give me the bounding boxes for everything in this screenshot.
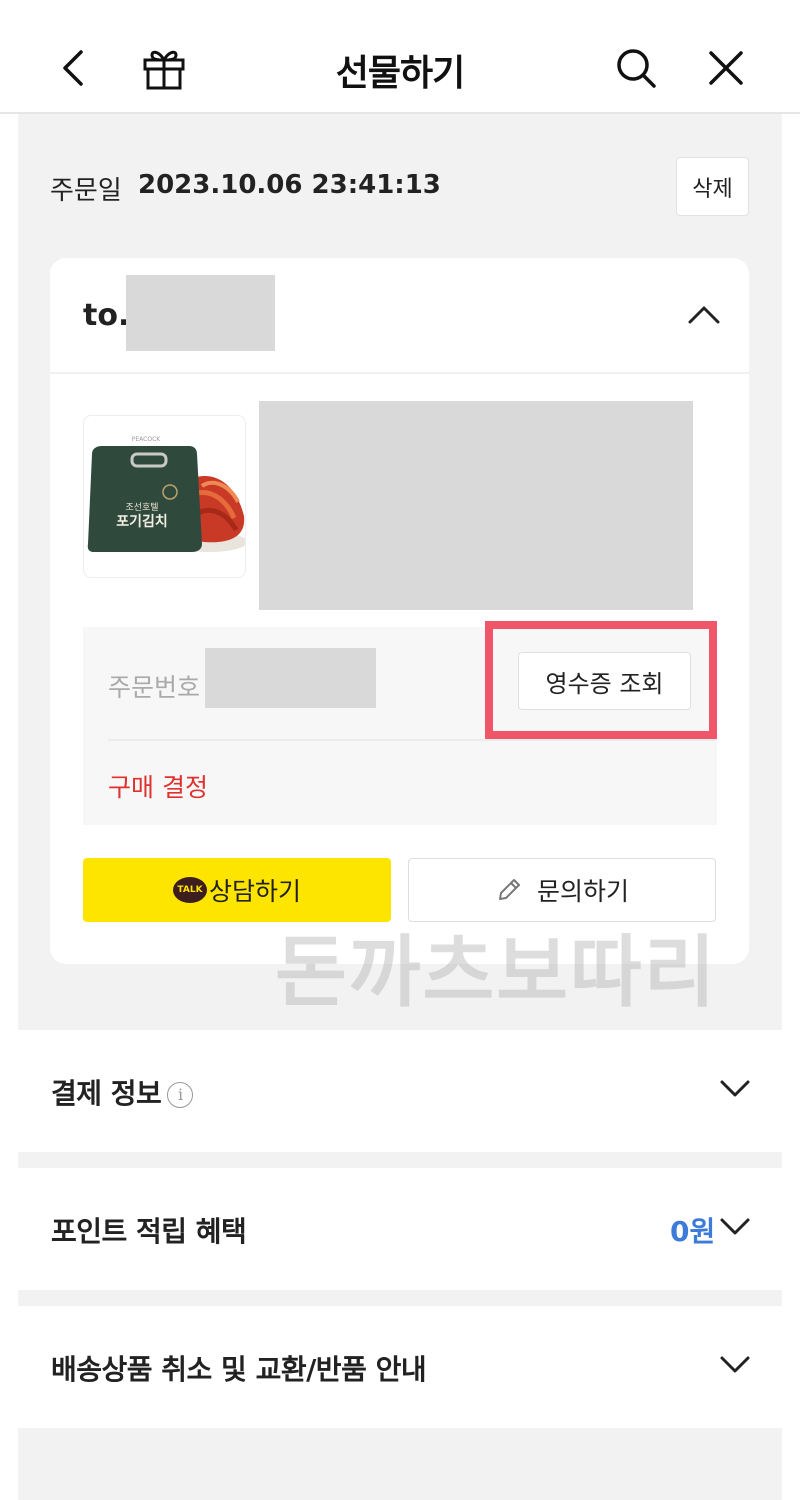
highlight-box: [485, 621, 717, 739]
purchase-confirm-link[interactable]: 구매 결정: [108, 768, 208, 804]
shipping-return-guide-section[interactable]: 배송상품 취소 및 교환/반품 안내: [18, 1306, 782, 1428]
product-bag-top: PEACOCK: [132, 436, 162, 443]
chevron-down-icon[interactable]: [718, 1347, 752, 1381]
product-bag-name: 포기김치: [116, 513, 168, 530]
top-bar: 선물하기: [0, 0, 800, 114]
chevron-down-icon[interactable]: [718, 1209, 752, 1243]
product-info-redacted: [259, 401, 693, 610]
order-card: to. 조선호텔 포기김치 PEACOCK 주문번호 영수증 조회 구매 결정: [50, 258, 749, 964]
talk-bubble-icon: TALK: [172, 877, 207, 903]
pencil-icon: [495, 876, 523, 904]
delete-button[interactable]: 삭제: [676, 157, 749, 216]
search-icon[interactable]: [612, 44, 660, 92]
product-bag-brand: 조선호텔: [125, 501, 158, 513]
consult-button-label: 상담하기: [208, 877, 301, 906]
talk-bubble-icon-text: TALK: [177, 885, 203, 895]
divider: [108, 739, 717, 741]
points-benefit-section[interactable]: 포인트 적립 혜택 0원: [18, 1168, 782, 1290]
recipient-name-redacted: [126, 275, 275, 351]
product-image[interactable]: 조선호텔 포기김치 PEACOCK: [83, 415, 246, 578]
points-value: 0원: [670, 1215, 716, 1248]
order-number-redacted: [205, 648, 376, 708]
chevron-up-icon[interactable]: [684, 294, 724, 334]
order-date-value: 2023.10.06 23:41:13: [138, 170, 441, 200]
inquiry-button-label: 문의하기: [536, 877, 629, 906]
order-number-label: 주문번호: [108, 673, 201, 702]
recipient-header[interactable]: to.: [50, 258, 749, 374]
close-icon[interactable]: [702, 44, 750, 92]
page-title: 선물하기: [335, 53, 465, 94]
payment-info-section[interactable]: 결제 정보 i: [18, 1030, 782, 1152]
payment-info-title: 결제 정보 i: [51, 1072, 194, 1112]
chevron-down-icon[interactable]: [718, 1071, 752, 1105]
points-benefit-title: 포인트 적립 혜택: [51, 1215, 247, 1248]
kakao-talk-consult-button[interactable]: TALK 상담하기: [83, 858, 391, 922]
inquiry-button[interactable]: 문의하기: [408, 858, 716, 922]
order-date-label: 주문일: [50, 176, 122, 206]
info-icon[interactable]: i: [167, 1082, 194, 1108]
recipient-label: to.: [83, 298, 130, 333]
shipping-return-guide-title: 배송상품 취소 및 교환/반품 안내: [51, 1353, 427, 1386]
order-info-box: 주문번호 영수증 조회 구매 결정: [83, 621, 717, 825]
